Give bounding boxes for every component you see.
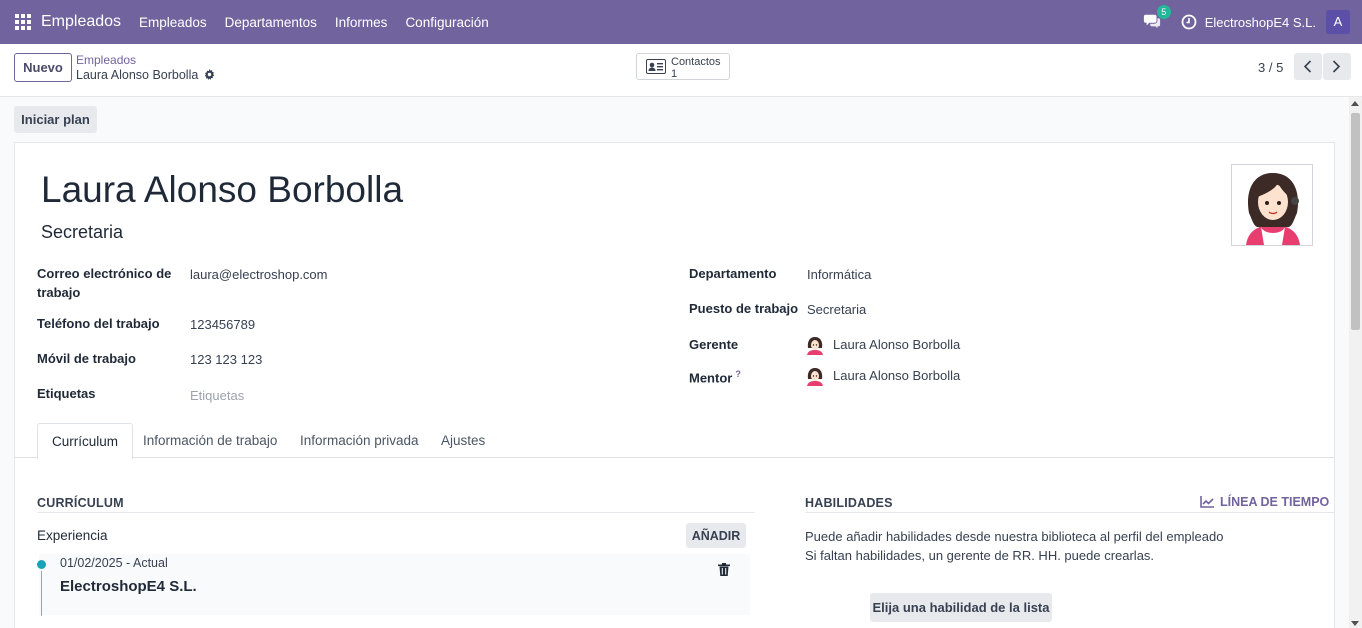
contacts-smart-button[interactable]: Contactos 1 <box>636 53 730 80</box>
work-email-field[interactable]: laura@electroshop.com <box>190 267 327 282</box>
breadcrumb-parent[interactable]: Empleados <box>76 53 136 67</box>
work-phone-label: Teléfono del trabajo <box>37 316 160 331</box>
page-scrollbar[interactable] <box>1349 97 1362 628</box>
gear-icon[interactable] <box>204 69 215 80</box>
work-mobile-field[interactable]: 123 123 123 <box>190 352 262 367</box>
resume-divider <box>37 512 755 513</box>
skills-section-title: HABILIDADES <box>805 496 893 510</box>
app-brand[interactable]: Empleados <box>41 13 121 31</box>
control-panel: Nuevo Empleados Laura Alonso Borbolla Co… <box>0 44 1362 97</box>
job-position-label: Puesto de trabajo <box>689 301 799 316</box>
contact-card-icon <box>646 59 666 74</box>
mentor-help-icon[interactable]: ? <box>735 369 741 379</box>
job-position-field[interactable]: Secretaria <box>807 302 866 317</box>
start-plan-button[interactable]: Iniciar plan <box>14 106 97 133</box>
pager-previous-button[interactable] <box>1294 53 1322 80</box>
pager-next-button[interactable] <box>1323 53 1351 80</box>
tab-private-information[interactable]: Información privada <box>286 423 433 458</box>
timeline-dot <box>37 560 46 569</box>
skills-help-line-1: Puede añadir habilidades desde nuestra b… <box>805 529 1224 544</box>
timeline-label: LÍNEA DE TIEMPO <box>1220 495 1330 509</box>
apps-grid-icon[interactable] <box>15 14 31 30</box>
skills-divider <box>805 512 1334 513</box>
timeline-link[interactable]: LÍNEA DE TIEMPO <box>1200 495 1329 509</box>
employee-name-field[interactable]: Laura Alonso Borbolla <box>41 169 403 211</box>
work-mobile-label: Móvil de trabajo <box>37 351 136 366</box>
user-avatar[interactable]: A <box>1326 10 1350 34</box>
pick-skill-button[interactable]: Elija una habilidad de la lista <box>870 593 1052 622</box>
manager-label: Gerente <box>689 337 739 352</box>
menu-departamentos[interactable]: Departamentos <box>225 15 317 30</box>
notebook-tabs: Currículum Información de trabajo Inform… <box>15 423 1334 459</box>
resume-line-name: ElectroshopE4 S.L. <box>60 578 197 595</box>
work-phone-field[interactable]: 123456789 <box>190 317 255 332</box>
job-title-field[interactable]: Secretaria <box>41 222 123 243</box>
experience-label: Experiencia <box>37 528 108 543</box>
messages-icon[interactable]: 5 <box>1143 5 1171 32</box>
scroll-up-arrow-icon[interactable] <box>1351 101 1359 106</box>
messages-badge: 5 <box>1156 5 1171 19</box>
top-navbar: Empleados Empleados Departamentos Inform… <box>0 0 1362 44</box>
tab-settings[interactable]: Ajustes <box>427 423 499 458</box>
tab-curriculum[interactable]: Currículum <box>37 423 134 459</box>
scroll-down-arrow-icon[interactable] <box>1351 621 1359 626</box>
activity-clock-icon[interactable] <box>1181 14 1197 30</box>
menu-empleados[interactable]: Empleados <box>139 15 207 30</box>
mentor-field[interactable]: Laura Alonso Borbolla <box>833 368 960 383</box>
breadcrumb-current: Laura Alonso Borbolla <box>76 68 199 82</box>
line-chart-icon <box>1200 496 1214 508</box>
chevron-right-icon <box>1332 60 1341 73</box>
scroll-thumb[interactable] <box>1351 113 1360 330</box>
manager-field[interactable]: Laura Alonso Borbolla <box>833 337 960 352</box>
menu-informes[interactable]: Informes <box>335 15 388 30</box>
contacts-count: 1 <box>671 68 678 80</box>
work-email-label: Correo electrónico de trabajo <box>37 266 172 300</box>
department-field[interactable]: Informática <box>807 267 871 282</box>
new-button[interactable]: Nuevo <box>14 53 72 82</box>
employee-photo[interactable] <box>1231 164 1313 246</box>
resume-section-title: CURRÍCULUM <box>37 496 124 510</box>
resume-line-date: 01/02/2025 - Actual <box>60 556 168 570</box>
form-sheet: Laura Alonso Borbolla Secretaria Correo … <box>14 142 1335 628</box>
company-switcher[interactable]: ElectroshopE4 S.L. <box>1205 15 1316 30</box>
menu-configuracion[interactable]: Configuración <box>405 15 488 30</box>
trash-icon[interactable] <box>718 563 730 576</box>
mentor-avatar <box>807 368 823 386</box>
tags-field[interactable]: Etiquetas <box>190 388 244 403</box>
timeline-line <box>41 571 42 616</box>
skills-help-line-2: Si faltan habilidades, un gerente de RR.… <box>805 548 1155 563</box>
department-label: Departamento <box>689 266 777 281</box>
tags-label: Etiquetas <box>37 386 96 401</box>
contacts-label: Contactos <box>671 56 721 68</box>
pager-value[interactable]: 3 / 5 <box>1258 60 1283 75</box>
tab-work-information[interactable]: Información de trabajo <box>129 423 291 458</box>
add-resume-line-button[interactable]: AÑADIR <box>686 523 746 548</box>
mentor-label-text: Mentor <box>689 370 733 386</box>
mentor-label: Mentor? <box>689 365 741 387</box>
manager-avatar <box>807 337 823 355</box>
chevron-left-icon <box>1303 60 1312 73</box>
